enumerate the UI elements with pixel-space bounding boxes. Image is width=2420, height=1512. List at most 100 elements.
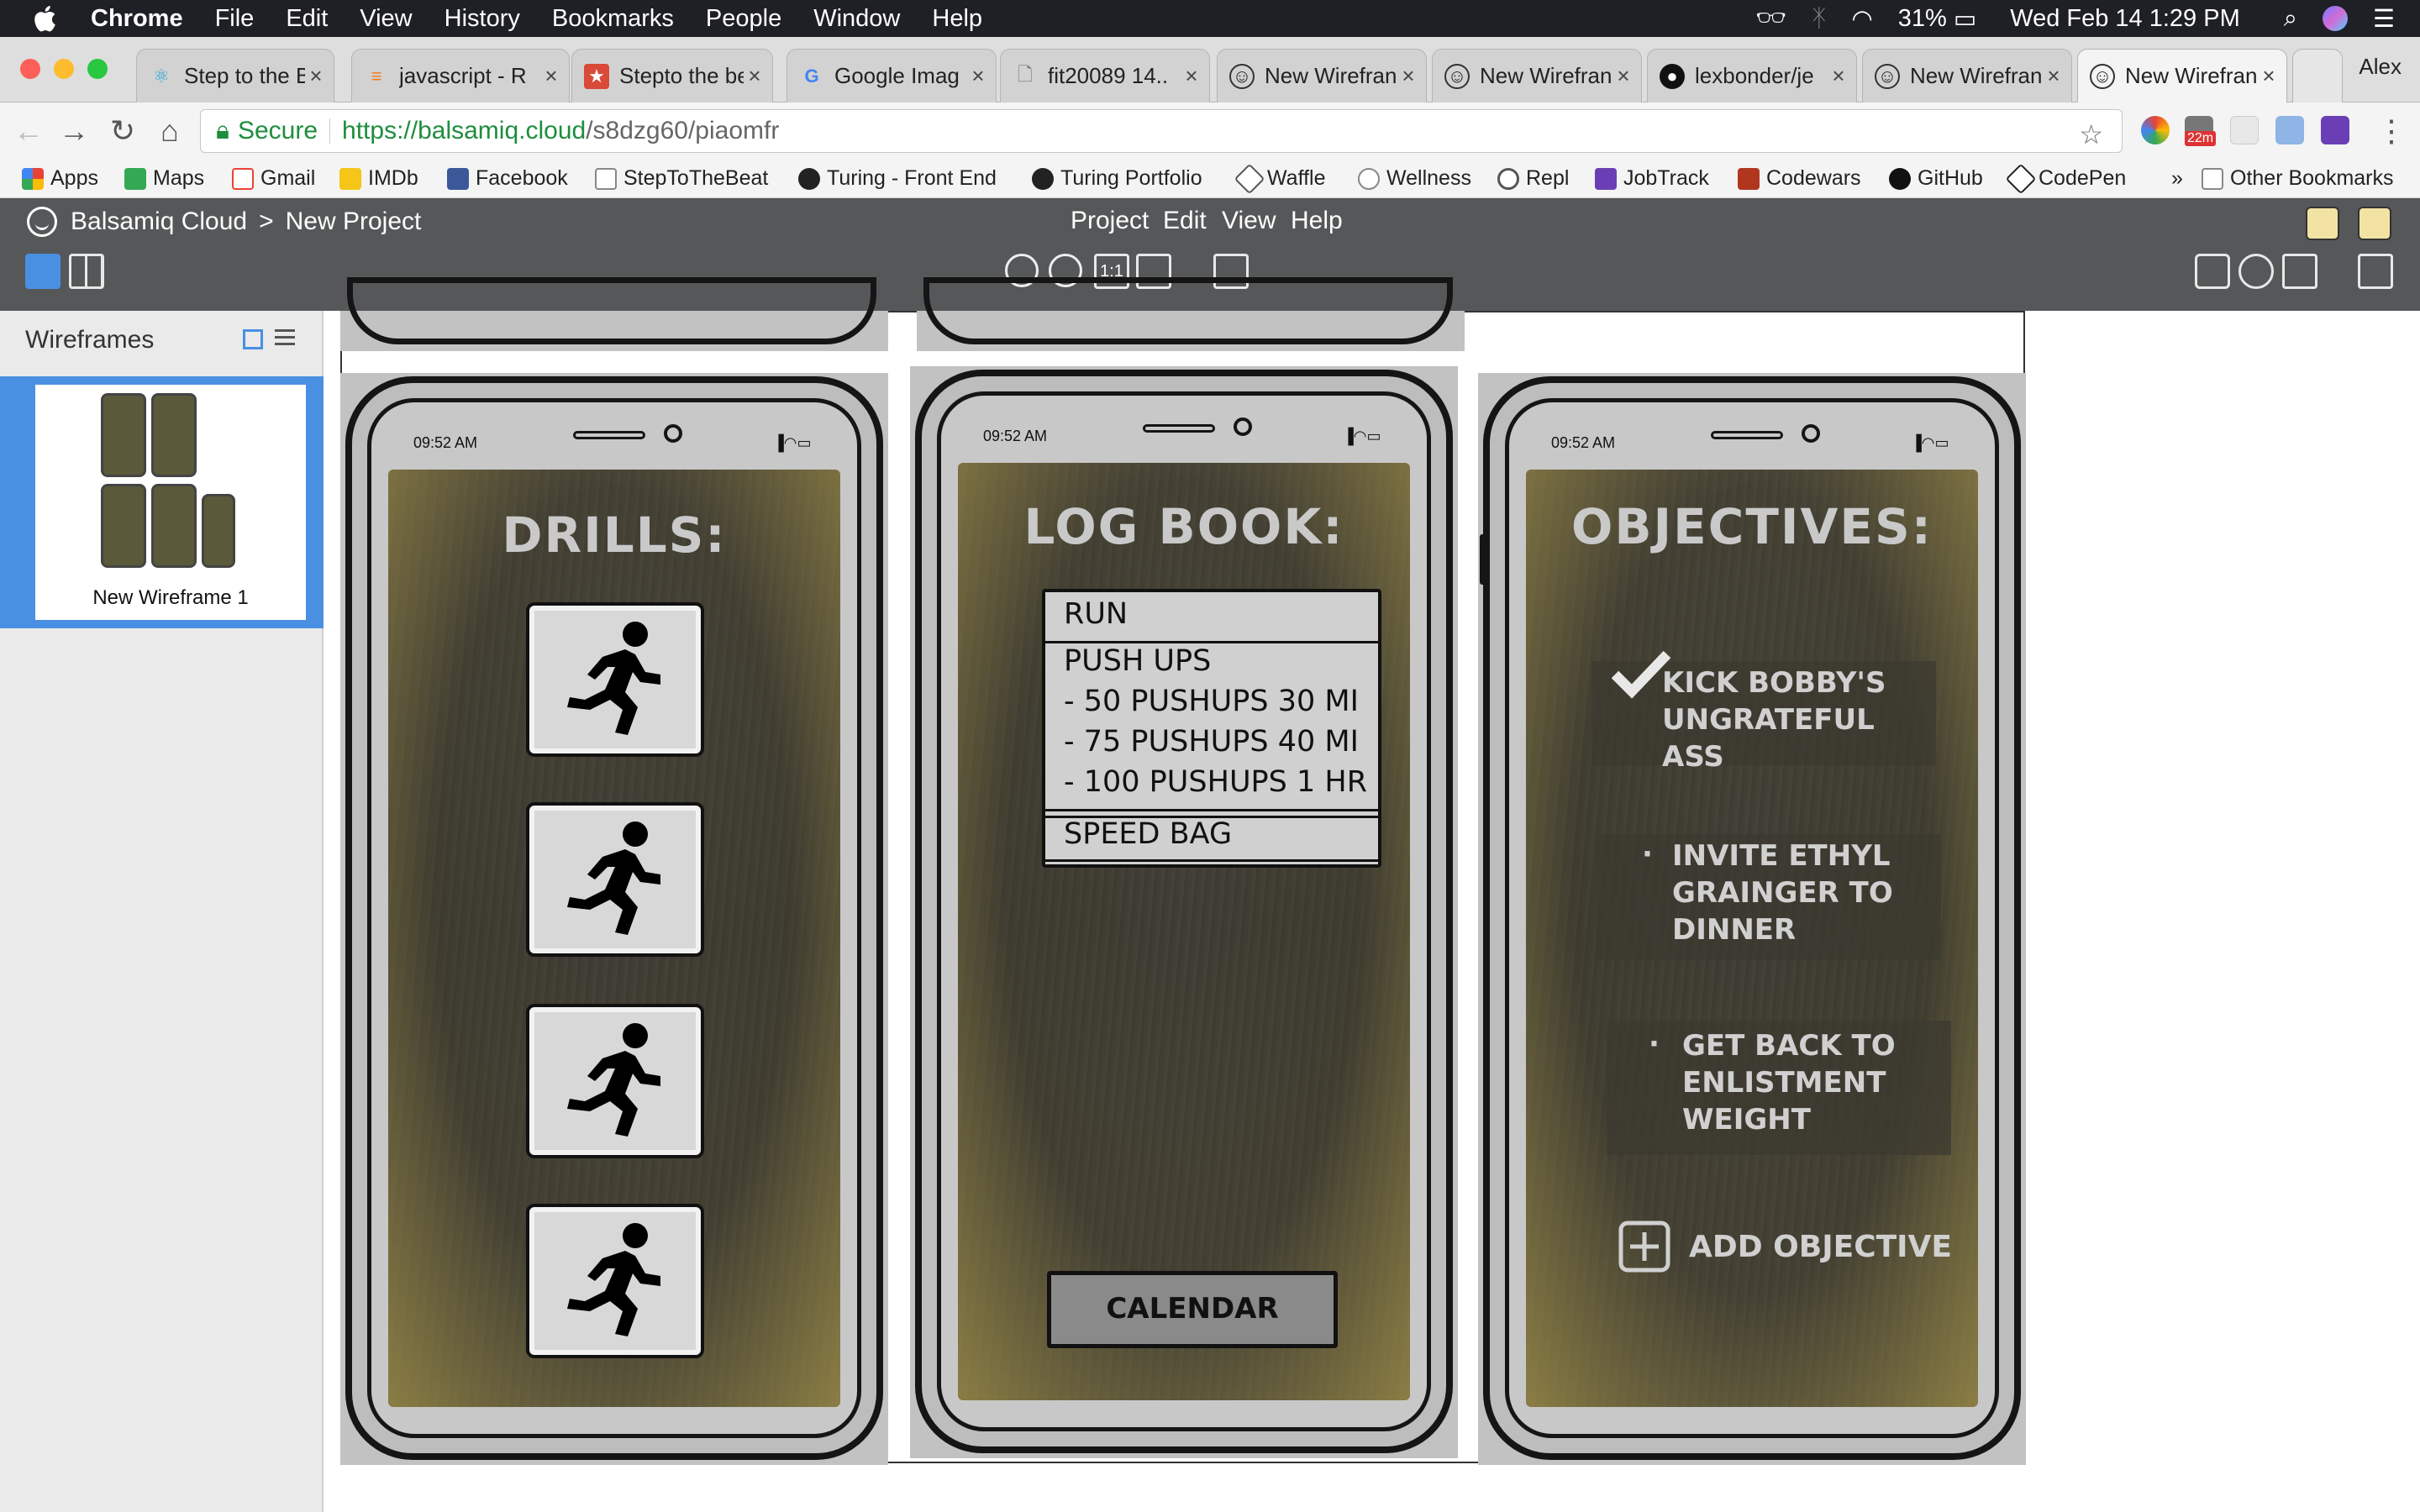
phone-logbook[interactable]: 09:52 AM ▐◠▭ LOG BOOK: RUN PUSH UPS - 50… [910, 366, 1458, 1458]
close-tab-icon[interactable]: × [2043, 63, 2065, 89]
bookmark-gmail[interactable]: Gmail [232, 166, 315, 191]
info-icon[interactable] [2238, 254, 2274, 289]
menu-edit[interactable]: Edit [286, 5, 328, 33]
close-tab-icon[interactable]: × [967, 63, 989, 89]
present-icon[interactable] [2358, 254, 2393, 289]
close-window-button[interactable] [20, 59, 40, 79]
clock[interactable]: Wed Feb 14 1:29 PM [2010, 5, 2240, 33]
other-bookmarks[interactable]: Other Bookmarks [2202, 166, 2394, 191]
bookmark-star-icon[interactable]: ☆ [2079, 118, 2103, 150]
tab-2[interactable]: ≡ javascript - R × [351, 49, 570, 102]
user-avatar[interactable] [2306, 207, 2339, 240]
timer-extension-icon[interactable]: 22m [2185, 116, 2217, 146]
collaborator-avatar[interactable] [2358, 207, 2391, 240]
bookmark-imdb[interactable]: IMDb [339, 166, 418, 191]
log-row-pushups-75[interactable]: - 75 PUSHUPS 40 MI [1064, 725, 1359, 759]
menu-view[interactable]: View [360, 5, 412, 33]
back-icon[interactable]: ← [12, 114, 45, 148]
menu-help[interactable]: Help [932, 5, 982, 33]
tab-1[interactable]: ⚛ Step to the B × [136, 49, 334, 102]
menu-help[interactable]: Help [1291, 207, 1343, 235]
zoom-window-button[interactable] [87, 59, 108, 79]
objective-item-2[interactable]: · INVITE ETHYL GRAINGER TO DINNER [1597, 834, 1941, 960]
bookmark-apps[interactable]: Apps [22, 166, 98, 191]
folder-extension-icon[interactable] [2275, 116, 2304, 144]
balsamiq-logo-icon[interactable] [27, 207, 57, 237]
add-objective-button[interactable]: ADD OBJECTIVE [1618, 1221, 1952, 1273]
thumbnail-view-icon[interactable] [243, 329, 263, 349]
log-row-speed-bag[interactable]: SPEED BAG [1064, 817, 1232, 851]
apple-icon[interactable] [30, 3, 62, 34]
bookmarks-overflow-button[interactable]: » [2171, 166, 2183, 191]
bookmark-codepen[interactable]: CodePen [2005, 163, 2126, 194]
menu-people[interactable]: People [706, 5, 781, 33]
check-extension-icon[interactable] [2321, 116, 2349, 144]
close-tab-icon[interactable]: × [744, 63, 765, 89]
breadcrumb-project[interactable]: New Project [286, 207, 422, 236]
drill-button-3[interactable] [526, 1004, 704, 1158]
notes-icon[interactable] [2282, 254, 2317, 289]
log-row-push-ups[interactable]: PUSH UPS [1064, 644, 1211, 678]
logbook-list[interactable]: RUN PUSH UPS - 50 PUSHUPS 30 MI - 75 PUS… [1042, 589, 1381, 868]
menu-history[interactable]: History [445, 5, 520, 33]
search-icon[interactable]: ⌕ [2284, 5, 2297, 33]
menu-window[interactable]: Window [813, 5, 900, 33]
close-tab-icon[interactable]: × [1612, 63, 1634, 89]
menu-edit[interactable]: Edit [1163, 207, 1207, 235]
bookmark-turing-portfolio[interactable]: Turing Portfolio [1032, 166, 1202, 191]
bookmark-repl[interactable]: Repl [1497, 166, 1569, 191]
single-view-icon[interactable] [25, 254, 60, 289]
phone-partial-top-1[interactable] [340, 277, 888, 351]
bookmark-github[interactable]: GitHub [1889, 166, 1983, 191]
tab-10-active[interactable]: ☺ New Wirefran × [2077, 49, 2287, 102]
address-bar[interactable]: 🔒︎ Secure https://balsamiq.cloud /s8dzg6… [200, 109, 2123, 153]
breadcrumb-root[interactable]: Balsamiq Cloud [71, 207, 247, 236]
menu-app-name[interactable]: Chrome [91, 5, 183, 33]
bookmark-maps[interactable]: Maps [124, 166, 204, 191]
tab-6[interactable]: ☺ New Wirefran × [1217, 49, 1427, 102]
blank-extension-icon[interactable] [2230, 116, 2259, 144]
tab-7[interactable]: ☺ New Wirefran × [1432, 49, 1642, 102]
canvas[interactable]: 09:52 AM ▐◠▭ DRILLS: 09:52 AM ▐◠▭ LOG BO… [324, 277, 2420, 1512]
close-tab-icon[interactable]: × [1828, 63, 1849, 89]
phone-objectives[interactable]: 09:52 AM ▐◠▭ OBJECTIVES: KICK BOBBY'S UN… [1478, 373, 2026, 1465]
bookmark-facebook[interactable]: Facebook [447, 166, 568, 191]
bookmark-steptothebeat[interactable]: StepToTheBeat [595, 166, 768, 191]
tab-8[interactable]: ● lexbonder/je × [1647, 49, 1857, 102]
glasses-icon[interactable]: 👓︎ [1755, 4, 1786, 33]
siri-icon[interactable] [2323, 6, 2348, 31]
bookmark-turing-front-end[interactable]: Turing - Front End [798, 166, 997, 191]
notification-center-icon[interactable]: ☰ [2373, 4, 2395, 34]
tab-4[interactable]: G Google Imag × [786, 49, 997, 102]
chrome-menu-icon[interactable]: ⋮ [2375, 114, 2408, 148]
calendar-button[interactable]: CALENDAR [1047, 1271, 1338, 1348]
list-view-icon[interactable] [275, 329, 295, 349]
log-row-pushups-50[interactable]: - 50 PUSHUPS 30 MI [1064, 685, 1359, 718]
menu-bookmarks[interactable]: Bookmarks [552, 5, 674, 33]
home-icon[interactable]: ⌂ [153, 114, 187, 148]
wireframe-artboard[interactable]: 09:52 AM ▐◠▭ DRILLS: 09:52 AM ▐◠▭ LOG BO… [340, 277, 2026, 1465]
drill-button-1[interactable] [526, 602, 704, 757]
tab-9[interactable]: ☺ New Wirefran × [1862, 49, 2072, 102]
bookmark-codewars[interactable]: Codewars [1738, 166, 1861, 191]
tab-5[interactable]: 🗋︎ fit20089 14.. × [1000, 49, 1210, 102]
bookmark-jobtrack[interactable]: JobTrack [1595, 166, 1709, 191]
phone-drills[interactable]: 09:52 AM ▐◠▭ DRILLS: [340, 373, 888, 1465]
bookmark-waffle[interactable]: Waffle [1234, 163, 1325, 194]
minimize-window-button[interactable] [54, 59, 74, 79]
close-tab-icon[interactable]: × [305, 63, 327, 89]
battery-icon[interactable]: ▭ [1954, 4, 1976, 34]
profile-name[interactable]: Alex [2359, 54, 2402, 80]
log-row-run[interactable]: RUN [1064, 597, 1128, 631]
drill-button-2[interactable] [526, 802, 704, 957]
forward-icon[interactable]: → [57, 114, 91, 148]
tab-3[interactable]: ★ Stepto the be × [571, 49, 773, 102]
close-tab-icon[interactable]: × [540, 63, 562, 89]
grid-view-icon[interactable] [69, 254, 104, 289]
wireframe-thumbnail-card[interactable]: New Wireframe 1 [35, 385, 306, 620]
objective-item-3[interactable]: · GET BACK TO ENLISTMENT WEIGHT [1607, 1021, 1951, 1155]
close-tab-icon[interactable]: × [1181, 63, 1202, 89]
color-picker-extension-icon[interactable] [2141, 116, 2170, 144]
menu-project[interactable]: Project [1071, 207, 1149, 235]
close-tab-icon[interactable]: × [1397, 63, 1419, 89]
